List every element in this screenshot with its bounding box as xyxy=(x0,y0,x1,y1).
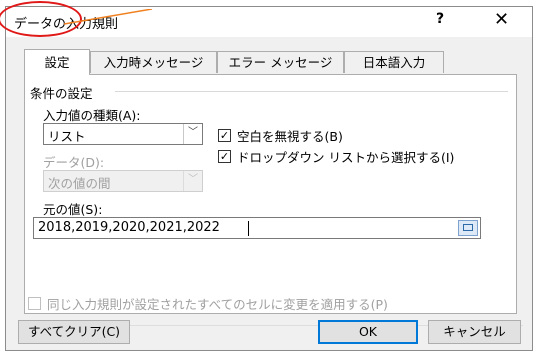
data-label: データ(D): xyxy=(43,155,105,170)
check-icon: ✓ xyxy=(218,129,231,142)
data-select: 次の値の間 ﹀ xyxy=(43,170,203,192)
group-label: 条件の設定 xyxy=(30,86,93,101)
group-divider xyxy=(115,91,508,92)
text-cursor xyxy=(248,221,249,236)
apply-all-checkbox[interactable]: 同じ入力規則が設定されたすべてのセルに変更を適用する(P) xyxy=(28,294,388,313)
cancel-button[interactable]: キャンセル xyxy=(428,320,521,344)
dropdown-checkbox[interactable]: ✓ ドロップダウン リストから選択する(I) xyxy=(218,147,454,166)
tab-input-message[interactable]: 入力時メッセージ xyxy=(90,51,217,73)
close-button[interactable]: ✕ xyxy=(494,9,509,30)
ok-button[interactable]: OK xyxy=(318,320,418,344)
help-button[interactable]: ? xyxy=(436,11,444,27)
data-validation-dialog: データの入力規則 ? ✕ 設定 入力時メッセージ エラー メッセージ 日本語入力… xyxy=(0,1,533,351)
settings-panel: 条件の設定 入力値の種類(A): リスト ﹀ データ(D): 次の値の間 ﹀ ✓… xyxy=(24,74,517,314)
tab-japanese-input[interactable]: 日本語入力 xyxy=(344,51,444,73)
ignore-blank-checkbox[interactable]: ✓ 空白を無視する(B) xyxy=(218,126,343,145)
clear-all-button[interactable]: すべてクリア(C) xyxy=(18,320,130,344)
type-select[interactable]: リスト ﹀ xyxy=(43,123,203,145)
type-label: 入力値の種類(A): xyxy=(43,108,141,123)
chevron-down-icon[interactable]: ﹀ xyxy=(183,124,202,144)
source-value: 2018,2019,2020,2021,2022 xyxy=(38,220,220,235)
data-value: 次の値の間 xyxy=(48,176,111,191)
range-select-icon[interactable] xyxy=(458,220,478,236)
tab-settings[interactable]: 設定 xyxy=(24,49,90,75)
chevron-down-icon: ﹀ xyxy=(183,171,202,191)
annotation-arrow xyxy=(64,9,153,25)
checkbox-box xyxy=(28,297,41,310)
type-value: リスト xyxy=(48,129,86,144)
ignore-blank-label: 空白を無視する(B) xyxy=(237,129,343,144)
dropdown-label: ドロップダウン リストから選択する(I) xyxy=(237,150,455,165)
tab-error-message[interactable]: エラー メッセージ xyxy=(217,51,344,73)
apply-all-label: 同じ入力規則が設定されたすべてのセルに変更を適用する(P) xyxy=(47,297,388,312)
check-icon: ✓ xyxy=(218,150,231,163)
source-input[interactable]: 2018,2019,2020,2021,2022 xyxy=(33,217,481,239)
source-label: 元の値(S): xyxy=(43,202,103,217)
